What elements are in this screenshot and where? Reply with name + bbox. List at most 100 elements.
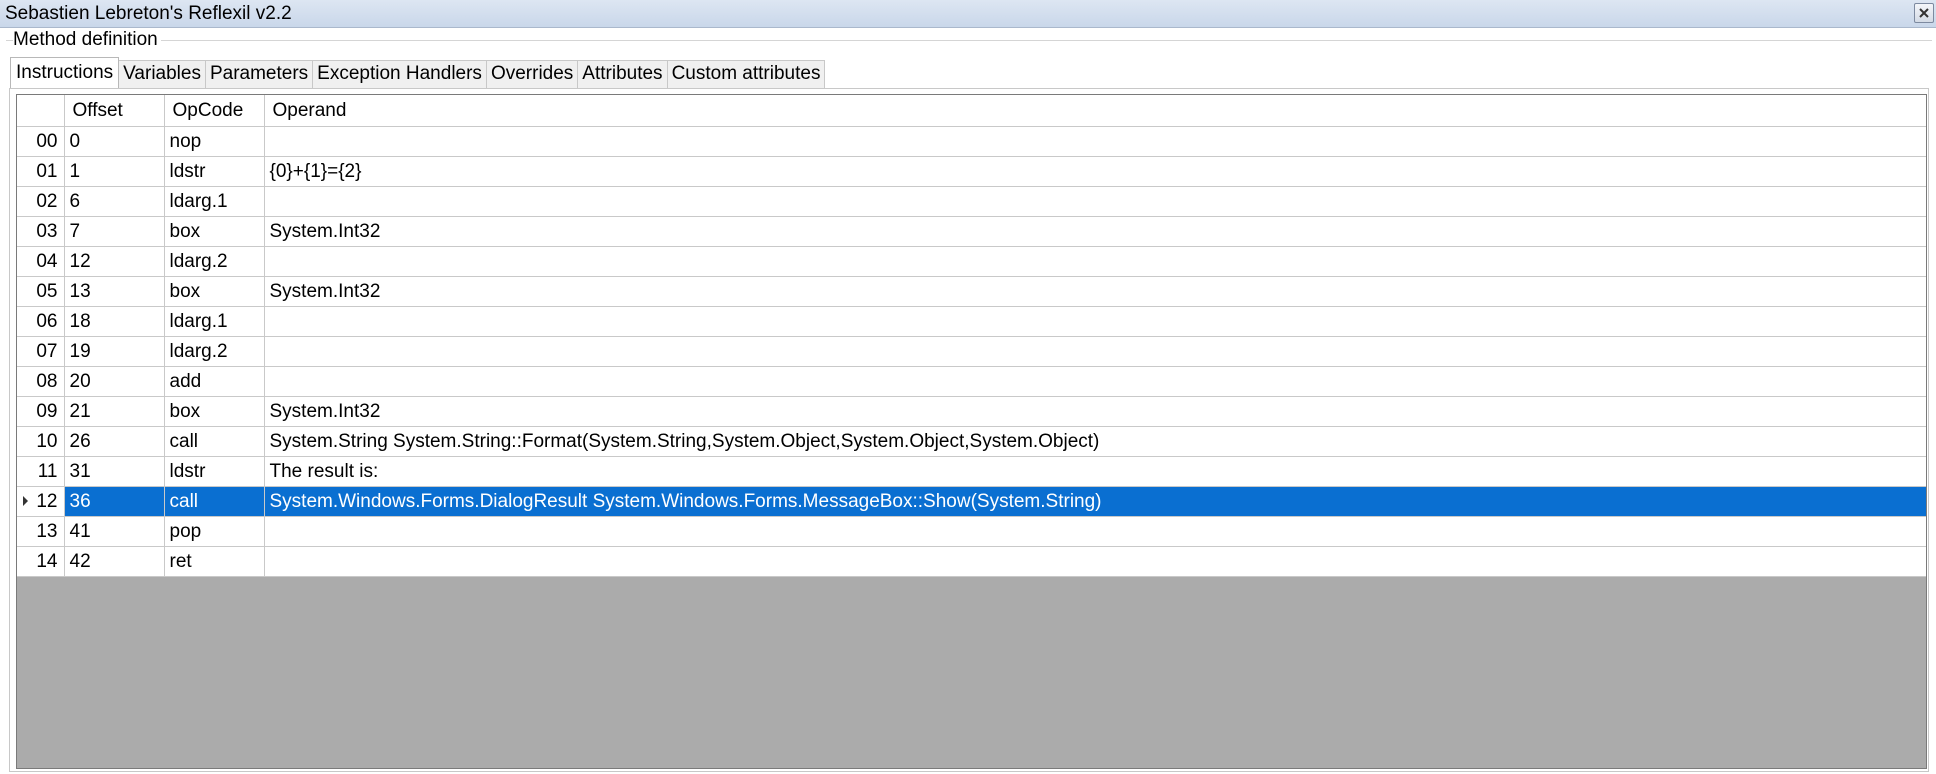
tab-variables[interactable]: Variables xyxy=(118,60,206,88)
table-row[interactable]: 04 12 ldarg.2 xyxy=(17,246,1926,277)
tab-parameters[interactable]: Parameters xyxy=(204,60,314,88)
close-button[interactable] xyxy=(1914,3,1934,23)
row-header[interactable]: 11 xyxy=(17,456,65,487)
row-header[interactable]: 01 xyxy=(17,156,65,187)
offset-cell[interactable]: 42 xyxy=(64,546,165,577)
instructions-grid[interactable]: Offset OpCode Operand 00 0 nop 01 1 ldstr {0}+… xyxy=(16,94,1927,769)
tab-instructions[interactable]: Instructions xyxy=(10,57,120,88)
column-header-operand[interactable]: Operand xyxy=(264,95,1926,127)
table-row[interactable]: 06 18 ldarg.1 xyxy=(17,306,1926,337)
opcode-cell[interactable]: ldarg.2 xyxy=(164,246,265,277)
opcode-cell[interactable]: ldarg.1 xyxy=(164,186,265,217)
offset-cell[interactable]: 0 xyxy=(64,126,165,157)
table-row[interactable]: 08 20 add xyxy=(17,366,1926,397)
tab-custom-attributes[interactable]: Custom attributes xyxy=(666,60,826,88)
opcode-cell[interactable]: ldstr xyxy=(164,456,265,487)
group-border xyxy=(6,40,1932,41)
table-row[interactable]: 01 1 ldstr {0}+{1}={2} xyxy=(17,156,1926,187)
operand-cell[interactable] xyxy=(264,126,1926,157)
operand-cell[interactable] xyxy=(264,336,1926,367)
tab-exception-handlers[interactable]: Exception Handlers xyxy=(312,60,487,88)
row-index: 14 xyxy=(36,551,58,572)
close-icon xyxy=(1919,8,1929,18)
table-row[interactable]: 05 13 box System.Int32 xyxy=(17,276,1926,307)
offset-cell[interactable]: 26 xyxy=(64,426,165,457)
current-row-arrow-icon xyxy=(23,496,28,506)
offset-cell[interactable]: 19 xyxy=(64,336,165,367)
row-header[interactable]: 04 xyxy=(17,246,65,277)
row-index: 11 xyxy=(37,461,58,482)
table-row[interactable]: 09 21 box System.Int32 xyxy=(17,396,1926,427)
operand-cell[interactable]: System.Int32 xyxy=(264,396,1926,427)
row-index: 12 xyxy=(36,491,58,512)
offset-cell[interactable]: 1 xyxy=(64,156,165,187)
opcode-cell[interactable]: call xyxy=(164,486,265,517)
table-row[interactable]: 11 31 ldstr The result is: xyxy=(17,456,1926,487)
row-header[interactable]: 13 xyxy=(17,516,65,547)
tab-attributes[interactable]: Attributes xyxy=(577,60,668,88)
row-index: 00 xyxy=(36,131,58,152)
table-row[interactable]: 14 42 ret xyxy=(17,546,1926,577)
corner-header[interactable] xyxy=(17,95,65,127)
opcode-cell[interactable]: ldarg.2 xyxy=(164,336,265,367)
operand-cell[interactable] xyxy=(264,546,1926,577)
row-index: 06 xyxy=(36,311,58,332)
operand-cell[interactable]: System.Windows.Forms.DialogResult System… xyxy=(264,486,1926,517)
title-bar[interactable]: Sebastien Lebreton's Reflexil v2.2 xyxy=(0,0,1936,28)
offset-cell[interactable]: 7 xyxy=(64,216,165,247)
table-row[interactable]: 02 6 ldarg.1 xyxy=(17,186,1926,217)
row-header[interactable]: 10 xyxy=(17,426,65,457)
offset-cell[interactable]: 36 xyxy=(64,486,165,517)
operand-cell[interactable]: The result is: xyxy=(264,456,1926,487)
operand-cell[interactable] xyxy=(264,186,1926,217)
row-header[interactable]: 08 xyxy=(17,366,65,397)
opcode-cell[interactable]: box xyxy=(164,396,265,427)
tab-overrides[interactable]: Overrides xyxy=(485,60,579,88)
column-header-offset[interactable]: Offset xyxy=(64,95,165,127)
table-row[interactable]: 07 19 ldarg.2 xyxy=(17,336,1926,367)
row-index: 08 xyxy=(36,371,58,392)
row-header[interactable]: 02 xyxy=(17,186,65,217)
operand-cell[interactable] xyxy=(264,246,1926,277)
offset-cell[interactable]: 31 xyxy=(64,456,165,487)
opcode-cell[interactable]: call xyxy=(164,426,265,457)
operand-cell[interactable]: System.Int32 xyxy=(264,216,1926,247)
opcode-cell[interactable]: nop xyxy=(164,126,265,157)
row-header[interactable]: 12 xyxy=(17,486,65,517)
opcode-cell[interactable]: ret xyxy=(164,546,265,577)
table-row[interactable]: 13 41 pop xyxy=(17,516,1926,547)
offset-cell[interactable]: 13 xyxy=(64,276,165,307)
row-header[interactable]: 09 xyxy=(17,396,65,427)
operand-cell[interactable] xyxy=(264,366,1926,397)
offset-cell[interactable]: 18 xyxy=(64,306,165,337)
row-header[interactable]: 00 xyxy=(17,126,65,157)
offset-cell[interactable]: 20 xyxy=(64,366,165,397)
operand-cell[interactable]: System.Int32 xyxy=(264,276,1926,307)
operand-cell[interactable]: System.String System.String::Format(Syst… xyxy=(264,426,1926,457)
opcode-cell[interactable]: box xyxy=(164,216,265,247)
opcode-cell[interactable]: ldstr xyxy=(164,156,265,187)
opcode-cell[interactable]: add xyxy=(164,366,265,397)
row-index: 09 xyxy=(36,401,58,422)
table-row[interactable]: 12 36 call System.Windows.Forms.DialogResul… xyxy=(17,486,1926,517)
operand-cell[interactable] xyxy=(264,516,1926,547)
operand-cell[interactable] xyxy=(264,306,1926,337)
opcode-cell[interactable]: box xyxy=(164,276,265,307)
opcode-cell[interactable]: ldarg.1 xyxy=(164,306,265,337)
row-header[interactable]: 14 xyxy=(17,546,65,577)
offset-cell[interactable]: 12 xyxy=(64,246,165,277)
operand-cell[interactable]: {0}+{1}={2} xyxy=(264,156,1926,187)
row-header[interactable]: 05 xyxy=(17,276,65,307)
opcode-cell[interactable]: pop xyxy=(164,516,265,547)
table-row[interactable]: 10 26 call System.String System.String::For… xyxy=(17,426,1926,457)
table-row[interactable]: 03 7 box System.Int32 xyxy=(17,216,1926,247)
row-header[interactable]: 03 xyxy=(17,216,65,247)
offset-cell[interactable]: 6 xyxy=(64,186,165,217)
row-header[interactable]: 06 xyxy=(17,306,65,337)
offset-cell[interactable]: 21 xyxy=(64,396,165,427)
row-header[interactable]: 07 xyxy=(17,336,65,367)
column-header-opcode[interactable]: OpCode xyxy=(164,95,265,127)
table-row[interactable]: 00 0 nop xyxy=(17,126,1926,157)
offset-cell[interactable]: 41 xyxy=(64,516,165,547)
reflexil-window: Sebastien Lebreton's Reflexil v2.2 Metho… xyxy=(0,0,1936,774)
